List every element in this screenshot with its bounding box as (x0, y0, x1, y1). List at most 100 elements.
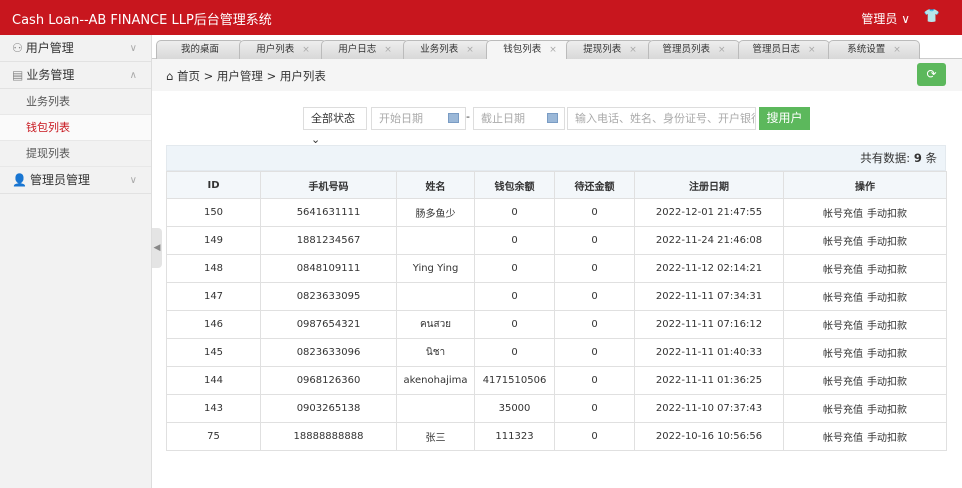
recharge-link[interactable]: 帐号充值 (823, 209, 863, 220)
deduct-link[interactable]: 手动扣款 (867, 405, 907, 416)
column-header: 待还金额 (554, 171, 635, 199)
table-cell: 0 (474, 226, 555, 255)
breadcrumb-user-mgmt[interactable]: 用户管理 (217, 69, 263, 83)
recharge-link[interactable]: 帐号充值 (823, 293, 863, 304)
column-header: 注册日期 (634, 171, 784, 199)
table-cell: 0 (554, 198, 635, 227)
close-icon[interactable]: × (718, 45, 726, 55)
table-cell: 0823633096 (260, 338, 397, 367)
table-cell: 张三 (396, 422, 475, 451)
table-cell: 143 (166, 394, 261, 423)
table-row: 143 0903265138 35000 0 2022-11-10 07:37:43 帐号… (166, 394, 947, 423)
table-cell: 1881234567 (260, 226, 397, 255)
search-user-button[interactable]: 搜用户 (759, 107, 810, 130)
recharge-link[interactable]: 帐号充值 (823, 433, 863, 444)
table-cell: 0903265138 (260, 394, 397, 423)
actions-cell: 帐号充值 手动扣款 (783, 338, 947, 367)
close-icon[interactable]: × (549, 45, 557, 55)
tab-5[interactable]: 提现列表 × (566, 40, 654, 59)
status-select-value: 全部状态 (311, 112, 355, 125)
calendar-icon (547, 113, 558, 123)
tab-0[interactable]: 我的桌面 (156, 40, 244, 59)
deduct-link[interactable]: 手动扣款 (867, 209, 907, 220)
tab-label: 管理员列表 (662, 44, 710, 55)
table-cell: 0 (554, 422, 635, 451)
table-cell: คนสวย (396, 310, 475, 339)
end-date-placeholder: 截止日期 (481, 112, 525, 125)
collapse-sidebar-button[interactable]: ◀ (152, 228, 162, 268)
recharge-link[interactable]: 帐号充值 (823, 265, 863, 276)
table-cell: 0 (554, 394, 635, 423)
actions-cell: 帐号充值 手动扣款 (783, 394, 947, 423)
close-icon[interactable]: × (893, 45, 901, 55)
recharge-link[interactable]: 帐号充值 (823, 377, 863, 388)
deduct-link[interactable]: 手动扣款 (867, 433, 907, 444)
record-count: 共有数据: 9 条 (166, 145, 946, 171)
close-icon[interactable]: × (466, 45, 474, 55)
table-cell: 35000 (474, 394, 555, 423)
table-cell: 0 (474, 338, 555, 367)
deduct-link[interactable]: 手动扣款 (867, 321, 907, 332)
recharge-link[interactable]: 帐号充值 (823, 349, 863, 360)
table-cell: 0 (554, 226, 635, 255)
recharge-link[interactable]: 帐号充值 (823, 405, 863, 416)
table-cell: 0 (554, 366, 635, 395)
app-title: Cash Loan--AB FINANCE LLP后台管理系统 (12, 13, 272, 28)
table-cell: 2022-11-24 21:46:08 (634, 226, 784, 255)
table-cell (396, 226, 475, 255)
deduct-link[interactable]: 手动扣款 (867, 377, 907, 388)
table-cell: akenohajima (396, 366, 475, 395)
sidebar-menu-1[interactable]: ▤ 业务管理 ∧ (0, 62, 151, 89)
deduct-link[interactable]: 手动扣款 (867, 265, 907, 276)
table-cell: 5641631111 (260, 198, 397, 227)
count-value: 9 (913, 151, 922, 165)
recharge-link[interactable]: 帐号充值 (823, 237, 863, 248)
table-cell: 146 (166, 310, 261, 339)
table-cell: 144 (166, 366, 261, 395)
table-cell: 0968126360 (260, 366, 397, 395)
sidebar-menu-0[interactable]: ⚇ 用户管理 ∨ (0, 35, 151, 62)
tab-4[interactable]: 钱包列表 × (486, 40, 574, 60)
status-select[interactable]: 全部状态 ⌄ (303, 107, 367, 146)
sidebar-subitem[interactable]: 业务列表 (0, 89, 151, 115)
tab-7[interactable]: 管理员日志 × (738, 40, 830, 59)
user-name: 管理员 (861, 12, 898, 26)
tab-label: 提现列表 (583, 44, 622, 55)
table-cell (396, 394, 475, 423)
deduct-link[interactable]: 手动扣款 (867, 237, 907, 248)
close-icon[interactable]: × (629, 45, 637, 55)
user-menu[interactable]: 管理员 ∨ (861, 10, 910, 27)
sidebar-menu-2[interactable]: 👤 管理员管理 ∨ (0, 167, 151, 194)
theme-shirt-icon[interactable]: 👕 (924, 9, 940, 24)
start-date-input[interactable]: 开始日期 (371, 107, 466, 130)
tab-label: 我的桌面 (180, 44, 219, 55)
sidebar-subitem[interactable]: 提现列表 (0, 141, 151, 167)
recharge-link[interactable]: 帐号充值 (823, 321, 863, 332)
column-header: 钱包余额 (474, 171, 555, 199)
refresh-button[interactable]: ⟳ (917, 63, 946, 86)
breadcrumb-bar: ⌂ 首页 > 用户管理 > 用户列表 ⟳ (152, 59, 962, 91)
deduct-link[interactable]: 手动扣款 (867, 349, 907, 360)
search-input[interactable]: 输入电话、姓名、身份证号、开户银行 (567, 107, 756, 130)
close-icon[interactable]: × (302, 45, 310, 55)
table-cell: 0 (474, 198, 555, 227)
table-cell: 2022-10-16 10:56:56 (634, 422, 784, 451)
table-cell: 0987654321 (260, 310, 397, 339)
deduct-link[interactable]: 手动扣款 (867, 293, 907, 304)
table-cell: นิชา (396, 338, 475, 367)
close-icon[interactable]: × (384, 45, 392, 55)
breadcrumb-home[interactable]: 首页 (177, 69, 200, 83)
table-cell: 0 (474, 254, 555, 283)
tab-3[interactable]: 业务列表 × (403, 40, 491, 59)
tab-2[interactable]: 用户日志 × (321, 40, 409, 59)
table-row: 75 18888888888 张三 111323 0 2022-10-16 10:56:5… (166, 422, 947, 451)
tab-label: 钱包列表 (503, 44, 542, 55)
tab-8[interactable]: 系统设置 × (828, 40, 920, 59)
end-date-input[interactable]: 截止日期 (473, 107, 565, 130)
table-cell: 0823633095 (260, 282, 397, 311)
tab-1[interactable]: 用户列表 × (239, 40, 327, 59)
close-icon[interactable]: × (808, 45, 816, 55)
table-cell: 肠多鱼少 (396, 198, 475, 227)
tab-6[interactable]: 管理员列表 × (648, 40, 740, 59)
sidebar-subitem[interactable]: 钱包列表 (0, 115, 151, 141)
